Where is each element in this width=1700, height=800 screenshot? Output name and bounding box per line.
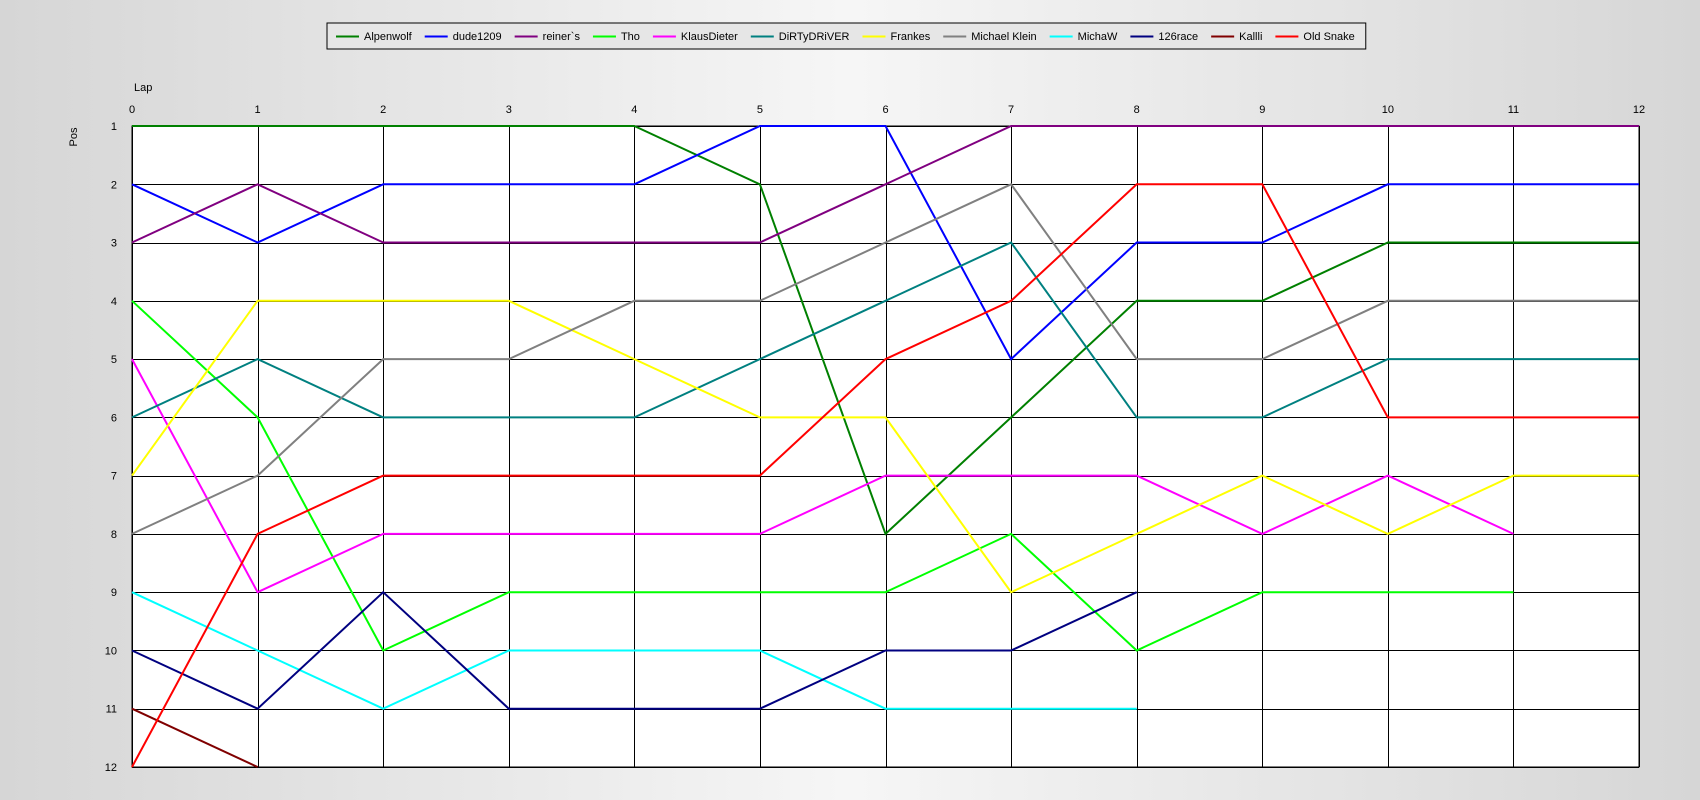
legend-label: Old Snake [1303,31,1354,43]
y-tick-label: 9 [111,587,117,599]
plot-background [131,125,1640,768]
x-tick-label: 6 [882,104,888,116]
legend-label: Michael Klein [971,31,1036,43]
legend-label: MichaW [1078,31,1118,43]
x-tick-label: 7 [1008,104,1014,116]
x-axis-title: Lap [134,82,152,94]
lap-position-chart: Alpenwolf dude1209 reiner`s Tho KlausDieter D… [68,22,1645,774]
x-tick-label: 12 [1633,104,1645,116]
x-tick-label: 10 [1382,104,1394,116]
x-tick-label: 5 [757,104,763,116]
x-tick-label: 4 [631,104,637,116]
legend-label: reiner`s [543,31,581,43]
x-tick-label: 0 [129,104,135,116]
x-tick-label: 9 [1259,104,1265,116]
legend-label: 126race [1158,31,1198,43]
y-tick-label: 4 [111,296,117,308]
legend: Alpenwolf dude1209 reiner`s Tho KlausDieter D… [326,22,1367,50]
legend-label: Kallli [1239,31,1262,43]
legend-label: Tho [621,31,640,43]
y-tick-label: 12 [105,762,117,774]
y-tick-label: 2 [111,179,117,191]
legend-label: KlausDieter [681,31,738,43]
y-tick-label: 10 [105,645,117,657]
y-axis-title: Pos [68,127,80,146]
y-tick-label: 8 [111,529,117,541]
legend-label: dude1209 [453,31,502,43]
x-tick-label: 11 [1508,104,1519,116]
x-tick-label: 1 [255,104,261,116]
legend-label: Alpenwolf [364,31,413,43]
x-tick-label: 8 [1134,104,1140,116]
x-tick-label: 2 [380,104,386,116]
y-tick-label: 6 [111,412,117,424]
y-tick-label: 11 [106,704,117,716]
legend-label: Frankes [890,31,930,43]
y-tick-label: 3 [111,238,117,250]
y-tick-label: 5 [111,354,117,366]
x-tick-label: 3 [506,104,512,116]
plot-area: 0 1 2 3 4 5 6 7 8 9 10 11 12123456789101112 [105,104,1645,774]
legend-label: DiRTyDRiVER [779,31,850,43]
y-tick-label: 1 [111,121,117,133]
y-tick-label: 7 [111,471,117,483]
